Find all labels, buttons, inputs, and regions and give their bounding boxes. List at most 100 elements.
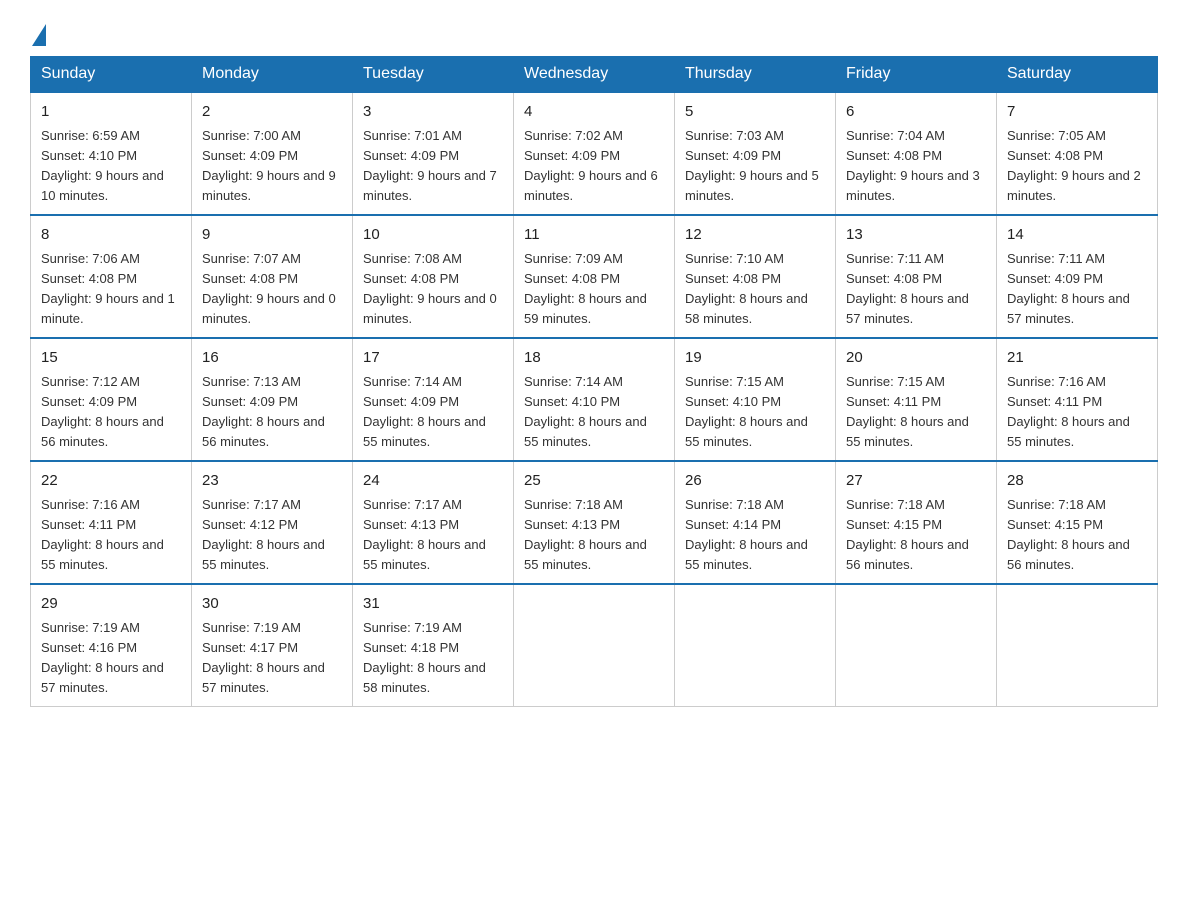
day-info: Sunrise: 7:04 AM Sunset: 4:08 PM Dayligh… — [846, 126, 986, 207]
calendar-day-cell: 10 Sunrise: 7:08 AM Sunset: 4:08 PM Dayl… — [353, 215, 514, 338]
calendar-week-row: 15 Sunrise: 7:12 AM Sunset: 4:09 PM Dayl… — [31, 338, 1158, 461]
day-number: 30 — [202, 593, 342, 616]
calendar-day-cell — [997, 584, 1158, 707]
day-info: Sunrise: 7:11 AM Sunset: 4:09 PM Dayligh… — [1007, 249, 1147, 330]
calendar-day-cell: 29 Sunrise: 7:19 AM Sunset: 4:16 PM Dayl… — [31, 584, 192, 707]
day-number: 26 — [685, 470, 825, 493]
day-number: 17 — [363, 347, 503, 370]
calendar-day-cell: 26 Sunrise: 7:18 AM Sunset: 4:14 PM Dayl… — [675, 461, 836, 584]
day-info: Sunrise: 7:18 AM Sunset: 4:13 PM Dayligh… — [524, 495, 664, 576]
day-number: 7 — [1007, 101, 1147, 124]
day-info: Sunrise: 7:14 AM Sunset: 4:09 PM Dayligh… — [363, 372, 503, 453]
day-of-week-header: Friday — [836, 57, 997, 93]
day-info: Sunrise: 7:13 AM Sunset: 4:09 PM Dayligh… — [202, 372, 342, 453]
day-number: 10 — [363, 224, 503, 247]
day-number: 16 — [202, 347, 342, 370]
calendar-day-cell — [675, 584, 836, 707]
calendar-day-cell: 30 Sunrise: 7:19 AM Sunset: 4:17 PM Dayl… — [192, 584, 353, 707]
calendar-day-cell: 28 Sunrise: 7:18 AM Sunset: 4:15 PM Dayl… — [997, 461, 1158, 584]
day-info: Sunrise: 7:16 AM Sunset: 4:11 PM Dayligh… — [41, 495, 181, 576]
calendar-day-cell: 17 Sunrise: 7:14 AM Sunset: 4:09 PM Dayl… — [353, 338, 514, 461]
day-info: Sunrise: 7:16 AM Sunset: 4:11 PM Dayligh… — [1007, 372, 1147, 453]
calendar-day-cell: 27 Sunrise: 7:18 AM Sunset: 4:15 PM Dayl… — [836, 461, 997, 584]
calendar-day-cell: 23 Sunrise: 7:17 AM Sunset: 4:12 PM Dayl… — [192, 461, 353, 584]
calendar-day-cell: 2 Sunrise: 7:00 AM Sunset: 4:09 PM Dayli… — [192, 92, 353, 215]
day-info: Sunrise: 7:07 AM Sunset: 4:08 PM Dayligh… — [202, 249, 342, 330]
day-info: Sunrise: 7:12 AM Sunset: 4:09 PM Dayligh… — [41, 372, 181, 453]
calendar-day-cell — [514, 584, 675, 707]
page-header — [30, 20, 1158, 46]
calendar-day-cell: 18 Sunrise: 7:14 AM Sunset: 4:10 PM Dayl… — [514, 338, 675, 461]
calendar-day-cell: 1 Sunrise: 6:59 AM Sunset: 4:10 PM Dayli… — [31, 92, 192, 215]
day-number: 1 — [41, 101, 181, 124]
day-number: 6 — [846, 101, 986, 124]
calendar-day-cell: 13 Sunrise: 7:11 AM Sunset: 4:08 PM Dayl… — [836, 215, 997, 338]
day-info: Sunrise: 7:18 AM Sunset: 4:15 PM Dayligh… — [1007, 495, 1147, 576]
day-of-week-header: Saturday — [997, 57, 1158, 93]
day-info: Sunrise: 7:11 AM Sunset: 4:08 PM Dayligh… — [846, 249, 986, 330]
calendar-day-cell — [836, 584, 997, 707]
day-info: Sunrise: 7:08 AM Sunset: 4:08 PM Dayligh… — [363, 249, 503, 330]
day-number: 15 — [41, 347, 181, 370]
day-number: 9 — [202, 224, 342, 247]
calendar-day-cell: 11 Sunrise: 7:09 AM Sunset: 4:08 PM Dayl… — [514, 215, 675, 338]
day-number: 12 — [685, 224, 825, 247]
calendar-header-row: SundayMondayTuesdayWednesdayThursdayFrid… — [31, 57, 1158, 93]
day-info: Sunrise: 7:19 AM Sunset: 4:17 PM Dayligh… — [202, 618, 342, 699]
calendar-day-cell: 9 Sunrise: 7:07 AM Sunset: 4:08 PM Dayli… — [192, 215, 353, 338]
day-info: Sunrise: 7:09 AM Sunset: 4:08 PM Dayligh… — [524, 249, 664, 330]
day-number: 20 — [846, 347, 986, 370]
calendar-day-cell: 6 Sunrise: 7:04 AM Sunset: 4:08 PM Dayli… — [836, 92, 997, 215]
day-number: 21 — [1007, 347, 1147, 370]
calendar-day-cell: 31 Sunrise: 7:19 AM Sunset: 4:18 PM Dayl… — [353, 584, 514, 707]
calendar-day-cell: 25 Sunrise: 7:18 AM Sunset: 4:13 PM Dayl… — [514, 461, 675, 584]
calendar-day-cell: 14 Sunrise: 7:11 AM Sunset: 4:09 PM Dayl… — [997, 215, 1158, 338]
day-info: Sunrise: 7:19 AM Sunset: 4:18 PM Dayligh… — [363, 618, 503, 699]
calendar-day-cell: 8 Sunrise: 7:06 AM Sunset: 4:08 PM Dayli… — [31, 215, 192, 338]
day-number: 3 — [363, 101, 503, 124]
day-info: Sunrise: 7:05 AM Sunset: 4:08 PM Dayligh… — [1007, 126, 1147, 207]
day-info: Sunrise: 7:19 AM Sunset: 4:16 PM Dayligh… — [41, 618, 181, 699]
day-number: 22 — [41, 470, 181, 493]
day-number: 19 — [685, 347, 825, 370]
calendar-day-cell: 22 Sunrise: 7:16 AM Sunset: 4:11 PM Dayl… — [31, 461, 192, 584]
day-info: Sunrise: 7:01 AM Sunset: 4:09 PM Dayligh… — [363, 126, 503, 207]
day-of-week-header: Monday — [192, 57, 353, 93]
day-info: Sunrise: 6:59 AM Sunset: 4:10 PM Dayligh… — [41, 126, 181, 207]
calendar-day-cell: 12 Sunrise: 7:10 AM Sunset: 4:08 PM Dayl… — [675, 215, 836, 338]
calendar-day-cell: 19 Sunrise: 7:15 AM Sunset: 4:10 PM Dayl… — [675, 338, 836, 461]
day-number: 25 — [524, 470, 664, 493]
day-number: 23 — [202, 470, 342, 493]
day-info: Sunrise: 7:17 AM Sunset: 4:12 PM Dayligh… — [202, 495, 342, 576]
logo-triangle-icon — [32, 24, 46, 46]
day-info: Sunrise: 7:10 AM Sunset: 4:08 PM Dayligh… — [685, 249, 825, 330]
day-of-week-header: Sunday — [31, 57, 192, 93]
day-info: Sunrise: 7:14 AM Sunset: 4:10 PM Dayligh… — [524, 372, 664, 453]
day-number: 28 — [1007, 470, 1147, 493]
day-number: 13 — [846, 224, 986, 247]
day-number: 4 — [524, 101, 664, 124]
day-of-week-header: Wednesday — [514, 57, 675, 93]
day-number: 29 — [41, 593, 181, 616]
day-info: Sunrise: 7:17 AM Sunset: 4:13 PM Dayligh… — [363, 495, 503, 576]
calendar-day-cell: 21 Sunrise: 7:16 AM Sunset: 4:11 PM Dayl… — [997, 338, 1158, 461]
day-number: 2 — [202, 101, 342, 124]
day-info: Sunrise: 7:00 AM Sunset: 4:09 PM Dayligh… — [202, 126, 342, 207]
calendar-table: SundayMondayTuesdayWednesdayThursdayFrid… — [30, 56, 1158, 707]
day-number: 14 — [1007, 224, 1147, 247]
calendar-day-cell: 16 Sunrise: 7:13 AM Sunset: 4:09 PM Dayl… — [192, 338, 353, 461]
day-number: 27 — [846, 470, 986, 493]
day-info: Sunrise: 7:03 AM Sunset: 4:09 PM Dayligh… — [685, 126, 825, 207]
day-info: Sunrise: 7:18 AM Sunset: 4:14 PM Dayligh… — [685, 495, 825, 576]
calendar-week-row: 8 Sunrise: 7:06 AM Sunset: 4:08 PM Dayli… — [31, 215, 1158, 338]
calendar-week-row: 1 Sunrise: 6:59 AM Sunset: 4:10 PM Dayli… — [31, 92, 1158, 215]
calendar-week-row: 29 Sunrise: 7:19 AM Sunset: 4:16 PM Dayl… — [31, 584, 1158, 707]
day-number: 31 — [363, 593, 503, 616]
day-info: Sunrise: 7:15 AM Sunset: 4:10 PM Dayligh… — [685, 372, 825, 453]
day-number: 5 — [685, 101, 825, 124]
day-number: 11 — [524, 224, 664, 247]
calendar-week-row: 22 Sunrise: 7:16 AM Sunset: 4:11 PM Dayl… — [31, 461, 1158, 584]
calendar-day-cell: 7 Sunrise: 7:05 AM Sunset: 4:08 PM Dayli… — [997, 92, 1158, 215]
calendar-day-cell: 20 Sunrise: 7:15 AM Sunset: 4:11 PM Dayl… — [836, 338, 997, 461]
calendar-day-cell: 4 Sunrise: 7:02 AM Sunset: 4:09 PM Dayli… — [514, 92, 675, 215]
